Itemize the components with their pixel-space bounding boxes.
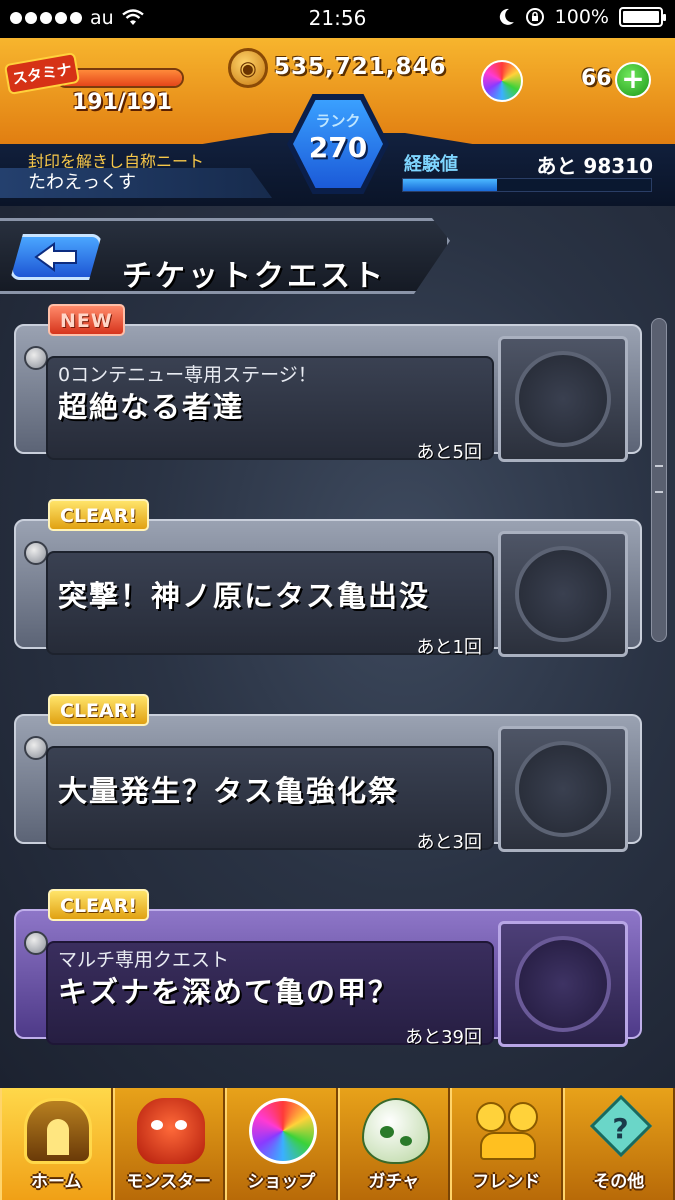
stamina-tag: スタミナ [3, 51, 81, 96]
status-bar: au 21:56 100% [0, 0, 675, 38]
back-arrow-icon [34, 242, 77, 272]
nav-label: ガチャ [368, 1172, 420, 1192]
stamina-panel[interactable]: スタミナ 191/191 [0, 50, 215, 122]
quest-remaining: あと39回 [405, 1027, 482, 1048]
other-icon: ? [587, 1094, 655, 1164]
monster-icon [136, 1098, 205, 1164]
boss-emblem-icon [515, 351, 611, 447]
quest-boss-thumbnail [498, 726, 628, 852]
page-title: チケットクエスト [122, 259, 386, 294]
boss-emblem-icon [515, 741, 611, 837]
quest-boss-thumbnail [498, 531, 628, 657]
shop-orb-icon [249, 1098, 317, 1164]
exp-fill [403, 179, 498, 191]
add-orb-button[interactable]: + [615, 62, 651, 98]
rank-value: 270 [308, 131, 368, 164]
nav-friend[interactable]: フレンド [450, 1088, 563, 1200]
quest-badge: NEW [48, 304, 125, 336]
player-name[interactable]: たわえっくす [0, 168, 272, 198]
quest-frame: 大量発生？タス亀強化祭 あと3回 [14, 714, 642, 853]
quest-badge: CLEAR! [48, 694, 150, 726]
quest-frame: 0コンテニュー専用ステージ！ 超絶なる者達 あと5回 [14, 324, 642, 463]
coin-value: 535,721,846 [274, 54, 447, 80]
quest-status-dot [24, 736, 48, 760]
boss-emblem-icon [515, 936, 611, 1032]
quest-frame: 突撃！神ノ原にタス亀出没 あと1回 [14, 519, 642, 658]
scrollbar[interactable] [651, 318, 667, 642]
stamina-value: 191/191 [72, 90, 172, 115]
nav-label: ショップ [247, 1172, 316, 1192]
nav-label: ホーム [31, 1172, 82, 1192]
quest-name: キズナを深めて亀の甲？ [58, 975, 400, 1009]
nav-label: モンスター [126, 1172, 212, 1192]
exp-bar [402, 178, 652, 192]
quest-name: 超絶なる者達 [58, 390, 245, 424]
quest-boss-thumbnail [498, 921, 628, 1047]
nav-shop-orb[interactable]: ショップ [225, 1088, 338, 1200]
quest-subtitle: 0コンテニュー専用ステージ！ [58, 364, 317, 386]
boss-emblem-icon [515, 546, 611, 642]
quest-name: 大量発生？タス亀強化祭 [58, 774, 400, 808]
quest-frame: マルチ専用クエスト キズナを深めて亀の甲？ あと39回 [14, 909, 642, 1048]
orb-icon [481, 60, 523, 102]
battery-icon [619, 7, 666, 27]
scroll-grip[interactable] [655, 465, 663, 493]
quest-status-dot [24, 541, 48, 565]
back-button[interactable] [10, 234, 102, 280]
quest-badge: CLEAR! [48, 499, 150, 531]
friend-icon [474, 1098, 542, 1164]
gacha-egg-icon [361, 1098, 430, 1164]
player-hud: スタミナ 191/191 ◉ 535,721,846 66 + ランク 270 … [0, 38, 675, 206]
home-icon [24, 1098, 92, 1164]
rotation-lock-icon [525, 8, 544, 26]
bottom-nav: ホーム モンスター ショップ ガチャ フレンド? その他 [0, 1088, 675, 1200]
quest-status-dot [24, 931, 48, 955]
nav-other[interactable]: ? その他 [562, 1088, 675, 1200]
quest-remaining: あと3回 [416, 832, 482, 853]
quest-list-screen: チケットクエスト 0コンテニュー専用ステージ！ 超絶なる者達 あと5回 NEW … [0, 206, 675, 1088]
coin-icon: ◉ [228, 48, 268, 88]
quest-card[interactable]: マルチ専用クエスト キズナを深めて亀の甲？ あと39回 CLEAR! [14, 889, 642, 1048]
nav-home[interactable]: ホーム [0, 1088, 113, 1200]
quest-remaining: あと5回 [416, 442, 482, 463]
orb-value: 66 [581, 66, 612, 91]
quest-card[interactable]: 大量発生？タス亀強化祭 あと3回 CLEAR! [14, 694, 642, 853]
rank-label: ランク [315, 112, 361, 130]
quest-card[interactable]: 0コンテニュー専用ステージ！ 超絶なる者達 あと5回 NEW [14, 304, 642, 463]
exp-remaining: あと 98310 [536, 154, 653, 178]
coin-panel: ◉ 535,721,846 [228, 48, 458, 88]
quest-badge: CLEAR! [48, 889, 150, 921]
nav-monster[interactable]: モンスター [112, 1088, 225, 1200]
quest-boss-thumbnail [498, 336, 628, 462]
nav-label: その他 [593, 1172, 645, 1192]
moon-icon [499, 8, 514, 25]
quest-card[interactable]: 突撃！神ノ原にタス亀出没 あと1回 CLEAR! [14, 499, 642, 658]
quest-remaining: あと1回 [416, 637, 482, 658]
battery-percent: 100% [554, 6, 609, 28]
quest-status-dot [24, 346, 48, 370]
exp-label: 経験値 [404, 154, 458, 175]
orb-panel: 66 + [481, 58, 671, 106]
nav-gacha-egg[interactable]: ガチャ [337, 1088, 450, 1200]
nav-label: フレンド [472, 1172, 541, 1192]
quest-name: 突撃！神ノ原にタス亀出没 [58, 579, 431, 613]
quest-subtitle: マルチ専用クエスト [58, 949, 230, 971]
